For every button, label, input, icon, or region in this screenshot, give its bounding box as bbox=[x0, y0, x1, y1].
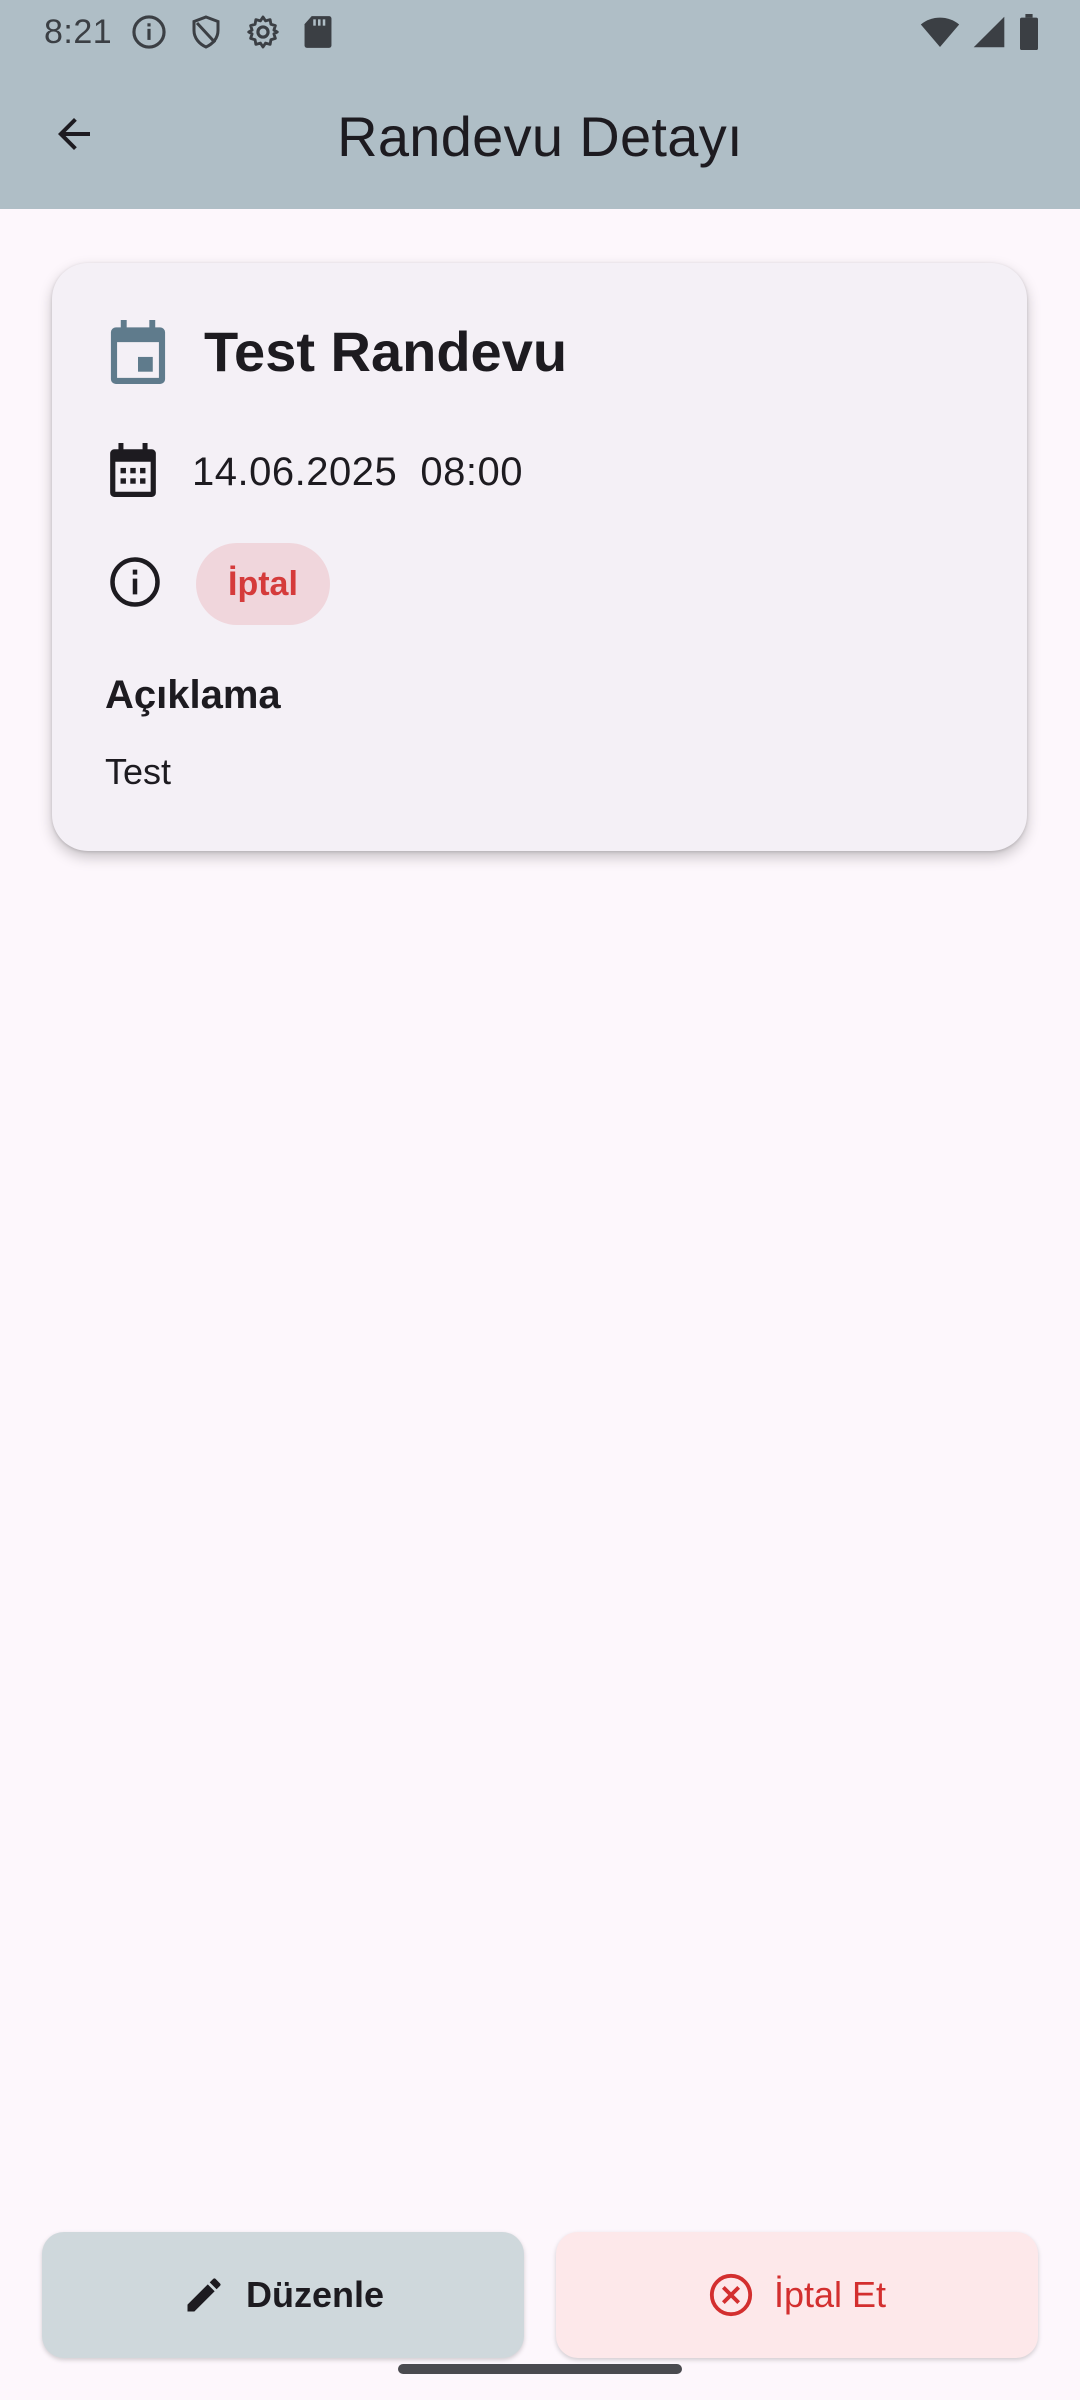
top-header: 8:21 Randevu Detayı bbox=[0, 0, 1080, 209]
info-icon bbox=[130, 13, 168, 51]
status-notification-icons bbox=[130, 13, 334, 51]
cancel-circle-icon bbox=[708, 2272, 754, 2318]
app-bar: Randevu Detayı bbox=[0, 64, 1080, 209]
status-bar: 8:21 bbox=[0, 0, 1080, 64]
home-indicator[interactable] bbox=[398, 2364, 682, 2374]
event-icon bbox=[108, 319, 168, 384]
gear-icon bbox=[244, 13, 282, 51]
wifi-icon bbox=[920, 15, 960, 54]
shield-icon bbox=[188, 13, 224, 51]
appointment-title: Test Randevu bbox=[204, 320, 568, 383]
edit-button-label: Düzenle bbox=[245, 2274, 385, 2315]
appointment-status-row: İptal bbox=[108, 543, 330, 625]
pencil-icon bbox=[182, 2273, 226, 2317]
signal-icon bbox=[972, 15, 1006, 54]
page-title: Randevu Detayı bbox=[337, 105, 743, 168]
status-badge: İptal bbox=[196, 543, 330, 625]
appointment-date-row: 14.06.2025 08:00 bbox=[108, 443, 523, 502]
cancel-button-label: İptal Et bbox=[773, 2274, 887, 2315]
status-time: 8:21 bbox=[44, 12, 113, 51]
battery-icon bbox=[1018, 14, 1040, 55]
appointment-datetime: 14.06.2025 08:00 bbox=[192, 450, 524, 494]
cancel-appointment-button[interactable]: İptal Et bbox=[556, 2232, 1038, 2358]
status-system-icons bbox=[920, 14, 1040, 55]
edit-button[interactable]: Düzenle bbox=[42, 2232, 524, 2358]
appointment-title-row: Test Randevu bbox=[108, 319, 567, 384]
description-text: Test bbox=[105, 751, 172, 792]
appointment-card: Test Randevu 14.06.2025 08:00 İptal Açık… bbox=[52, 263, 1027, 851]
calendar-icon bbox=[108, 443, 158, 502]
info-outline-icon bbox=[108, 555, 162, 614]
app-root: 8:21 Randevu Detayı Test Randevu 14.06.2… bbox=[0, 0, 1080, 2400]
description-heading: Açıklama bbox=[105, 673, 281, 717]
sd-card-icon bbox=[302, 13, 334, 51]
